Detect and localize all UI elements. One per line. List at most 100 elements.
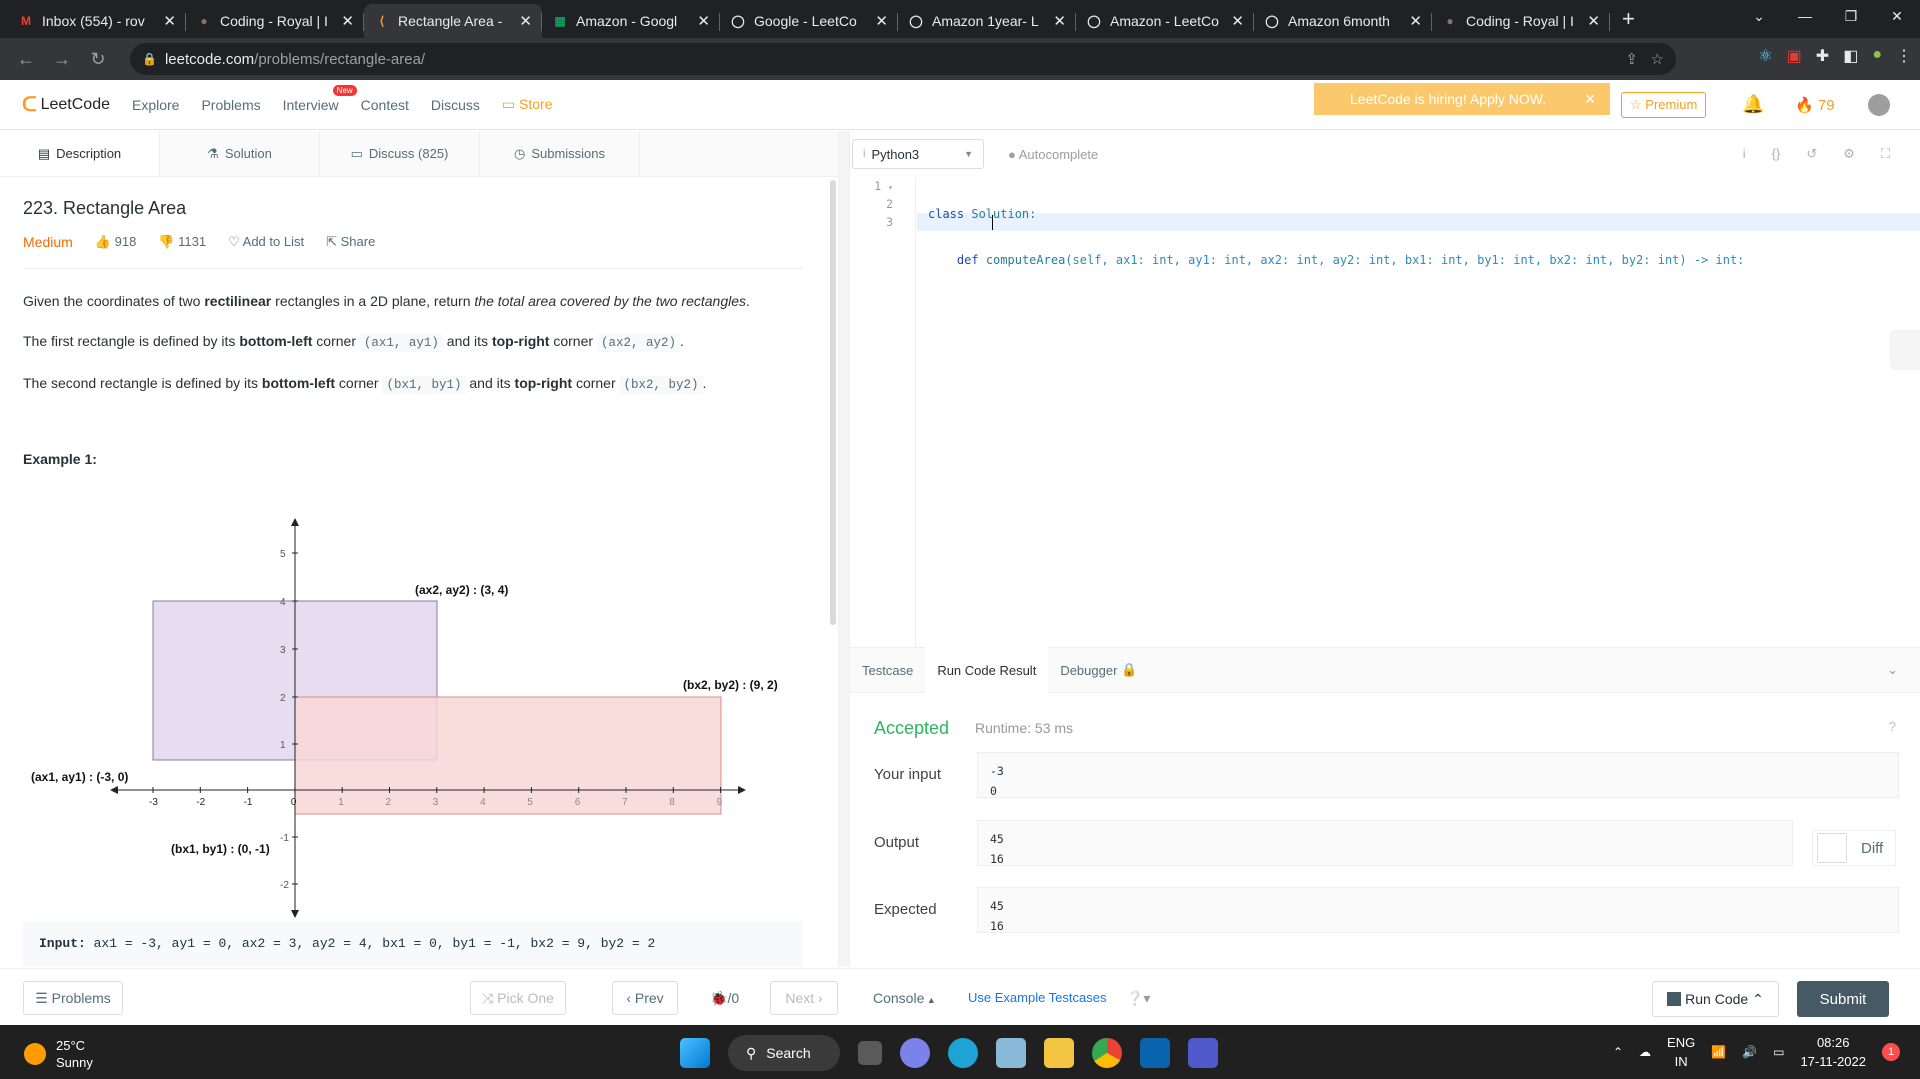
prev-button[interactable]: ‹ Prev (612, 981, 678, 1015)
browser-tab[interactable]: ⟨ Rectangle Area - ✕ (364, 4, 542, 38)
browser-tab[interactable]: ● Coding - Royal | I ✕ (186, 4, 364, 38)
add-to-list-button[interactable]: ♡ Add to List (228, 234, 304, 250)
close-window-button[interactable]: ✕ (1874, 0, 1920, 32)
weather-widget[interactable]: 25°C Sunny (24, 1037, 93, 1071)
close-tab-icon[interactable]: ✕ (1053, 12, 1066, 30)
autocomplete-toggle[interactable]: ● Autocomplete (1008, 147, 1098, 162)
chrome-icon[interactable] (1092, 1038, 1122, 1068)
puzzle-icon[interactable]: ✚ (1816, 46, 1829, 66)
reset-icon[interactable]: ↺ (1806, 146, 1817, 162)
restore-button[interactable]: ❐ (1828, 0, 1874, 32)
browser-tab[interactable]: ● Coding - Royal | I ✕ (1432, 4, 1610, 38)
close-tab-icon[interactable]: ✕ (1231, 12, 1244, 30)
close-tab-icon[interactable]: ✕ (697, 12, 710, 30)
fullscreen-icon[interactable]: ⛶ (1881, 146, 1890, 162)
teams-chat-icon[interactable] (900, 1038, 930, 1068)
like-button[interactable]: 👍 918 (95, 234, 137, 250)
outlook-icon[interactable] (1140, 1038, 1170, 1068)
battery-icon[interactable]: ▭ (1773, 1045, 1784, 1059)
submit-button[interactable]: Submit (1797, 981, 1889, 1017)
run-code-button[interactable]: Run Code ⌃ (1652, 981, 1779, 1017)
back-icon[interactable]: ← (8, 49, 44, 70)
windows-start-icon[interactable] (680, 1038, 710, 1068)
address-bar[interactable]: 🔒 leetcode.com/problems/rectangle-area/ … (130, 43, 1676, 75)
settings-icon[interactable]: ⚙ (1843, 146, 1855, 162)
side-toggle-button[interactable] (1890, 330, 1920, 370)
nav-contest[interactable]: Contest (361, 97, 409, 113)
console-toggle[interactable]: Console ▲ (873, 990, 936, 1006)
tab-testcase[interactable]: Testcase (850, 647, 925, 693)
next-button[interactable]: Next › (770, 981, 838, 1015)
new-tab-button[interactable]: + (1610, 6, 1647, 38)
tab-solution[interactable]: ⚗ Solution (160, 131, 320, 176)
task-view-icon[interactable] (858, 1041, 882, 1065)
photos-icon[interactable] (996, 1038, 1026, 1068)
react-devtools-icon[interactable]: ⚛ (1758, 46, 1772, 66)
nav-explore[interactable]: Explore (132, 97, 179, 113)
onedrive-icon[interactable]: ☁ (1639, 1045, 1651, 1059)
bell-icon[interactable]: 🔔 (1742, 94, 1764, 115)
premium-button[interactable]: ☆ Premium (1621, 92, 1707, 118)
nav-discuss[interactable]: Discuss (431, 97, 480, 113)
language-select[interactable]: i Python3 ▼ (852, 139, 984, 169)
fold-icon[interactable]: ▾ (888, 183, 893, 192)
browser-tab[interactable]: ◯ Google - LeetCo ✕ (720, 4, 898, 38)
code-editor[interactable]: 1 ▾ 2 3 class Solution: def computeArea(… (850, 177, 1920, 647)
close-banner-icon[interactable]: ✕ (1584, 91, 1596, 108)
volume-icon[interactable]: 🔊 (1742, 1045, 1757, 1059)
teams-icon[interactable] (1188, 1038, 1218, 1068)
close-tab-icon[interactable]: ✕ (163, 12, 176, 30)
leetcode-logo[interactable]: ᑕ LeetCode (22, 92, 110, 117)
file-explorer-icon[interactable] (1044, 1038, 1074, 1068)
close-tab-icon[interactable]: ✕ (341, 12, 354, 30)
browser-tab[interactable]: ◯ Amazon 1year- L ✕ (898, 4, 1076, 38)
reload-icon[interactable]: ↻ (80, 49, 116, 70)
problems-list-button[interactable]: ☰ Problems (23, 981, 123, 1015)
dislike-button[interactable]: 👎 1131 (158, 234, 206, 250)
language-indicator[interactable]: ENG IN (1667, 1033, 1695, 1071)
close-tab-icon[interactable]: ✕ (1587, 12, 1600, 30)
panel-splitter[interactable] (838, 131, 850, 967)
share-button[interactable]: ⇱ Share (326, 234, 375, 250)
close-tab-icon[interactable]: ✕ (875, 12, 888, 30)
side-panel-icon[interactable]: ◧ (1843, 46, 1858, 66)
collapse-chevron-icon[interactable]: ⌄ (1887, 662, 1898, 678)
edge-icon[interactable] (948, 1038, 978, 1068)
hiring-banner[interactable]: LeetCode is hiring! Apply NOW. ✕ (1314, 83, 1610, 115)
description-scrollbar[interactable] (830, 180, 836, 625)
minimize-button[interactable]: — (1782, 0, 1828, 32)
nav-interview[interactable]: Interview New (283, 84, 357, 113)
user-avatar[interactable] (1868, 94, 1890, 116)
share-icon[interactable]: ⇪ (1625, 50, 1638, 68)
tab-description[interactable]: ▤ Description (0, 131, 160, 176)
browser-tab[interactable]: ▦ Amazon - Googl ✕ (542, 4, 720, 38)
pick-one-button[interactable]: ⤨ Pick One (470, 981, 566, 1015)
code-content[interactable]: class Solution: def computeArea(self, ax… (928, 177, 1744, 343)
forward-icon[interactable]: → (44, 49, 80, 70)
wifi-icon[interactable]: 📶 (1711, 1045, 1726, 1059)
notification-badge[interactable]: 1 (1882, 1043, 1900, 1061)
nav-store[interactable]: ▭ Store (502, 96, 553, 113)
profile-avatar[interactable]: ● (1872, 46, 1882, 66)
tab-run-code-result[interactable]: Run Code Result (925, 647, 1049, 693)
diff-toggle[interactable]: Diff (1812, 830, 1896, 866)
streak-counter[interactable]: 🔥 79 (1795, 96, 1835, 114)
tray-chevron-icon[interactable]: ⌃ (1613, 1045, 1623, 1059)
tab-search-icon[interactable]: ⌄ (1736, 0, 1782, 32)
taskbar-search[interactable]: ⚲ Search (728, 1035, 840, 1071)
browser-tab[interactable]: ◯ Amazon - LeetCo ✕ (1076, 4, 1254, 38)
extension-badge-icon[interactable]: ▣ (1787, 46, 1802, 66)
help-dropdown-icon[interactable]: ❔▾ (1126, 990, 1150, 1007)
tab-discuss[interactable]: ▭ Discuss (825) (320, 131, 480, 176)
close-tab-icon[interactable]: ✕ (1409, 12, 1422, 30)
tab-debugger[interactable]: Debugger 🔒 (1048, 647, 1149, 693)
help-icon[interactable]: ? (1889, 719, 1896, 734)
menu-kebab-icon[interactable]: ⋮ (1896, 46, 1912, 66)
close-tab-icon[interactable]: ✕ (519, 12, 532, 30)
clock[interactable]: 08:26 17-11-2022 (1800, 1033, 1866, 1071)
use-example-testcases-link[interactable]: Use Example Testcases (968, 990, 1107, 1005)
browser-tab[interactable]: ◯ Amazon 6month ✕ (1254, 4, 1432, 38)
nav-problems[interactable]: Problems (201, 97, 260, 113)
braces-icon[interactable]: {} (1772, 146, 1781, 162)
info-icon[interactable]: i (1743, 146, 1746, 162)
